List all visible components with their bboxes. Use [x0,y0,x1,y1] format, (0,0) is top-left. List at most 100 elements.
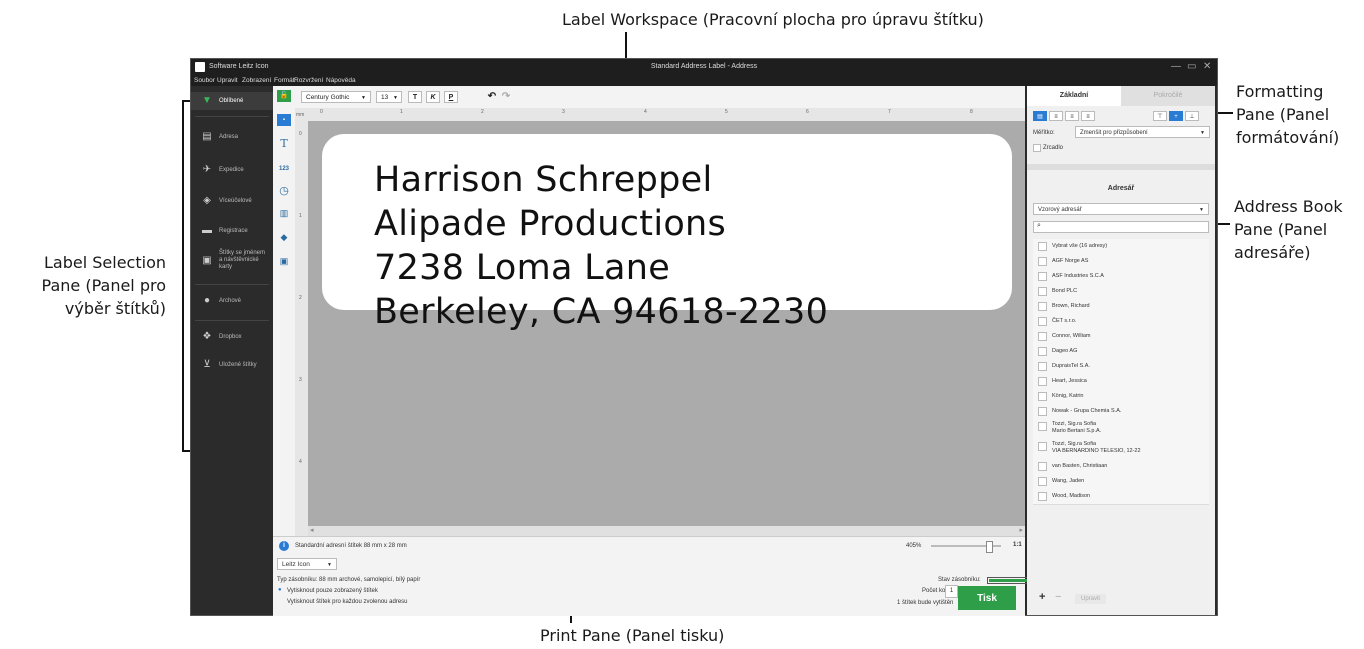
list-item[interactable]: Connor, William [1033,329,1209,345]
list-item[interactable]: König, Katrin [1033,389,1209,405]
italic-button[interactable]: K [426,91,440,103]
font-family-select[interactable]: Century Gothic ▼ [301,91,371,103]
list-item[interactable]: Tozzi, Sig.ra Sofia Mario Bertani S.p.A. [1033,419,1209,440]
row-checkbox[interactable] [1038,272,1047,281]
scroll-left-icon[interactable]: ◂ [310,526,314,534]
sidebar-item-expedice[interactable]: ✈ Expedice [191,161,273,179]
list-item[interactable]: ČET s.r.o. [1033,314,1209,330]
list-item[interactable]: Bond PLC [1033,284,1209,300]
zoom-fit-button[interactable]: 1:1 [1013,542,1022,548]
align-right-button[interactable]: ≡ [1065,111,1079,121]
row-checkbox[interactable] [1038,392,1047,401]
label-line-city[interactable]: Berkeley, CA 94618-2230 [374,292,828,332]
row-checkbox[interactable] [1038,347,1047,356]
menu-rozvrzeni[interactable]: Rozvržení [294,77,323,84]
label-line-company[interactable]: Alipade Productions [374,204,726,244]
print-button[interactable]: Tisk [958,586,1016,610]
sidebar-item-archove[interactable]: ● Archové [191,292,273,310]
list-item[interactable]: Dageo AG [1033,344,1209,360]
row-checkbox[interactable] [1038,477,1047,486]
maximize-icon[interactable]: ▭ [1187,61,1196,72]
image-tool-icon[interactable]: ▣ [277,255,291,267]
row-checkbox[interactable] [1038,362,1047,371]
menu-format[interactable]: Formát [274,77,295,84]
menu-napoveda[interactable]: Nápověda [326,77,356,84]
row-checkbox[interactable] [1038,422,1047,431]
clock-tool-icon[interactable]: ◷ [277,185,291,197]
sidebar-item-oblibene[interactable]: ▼ Oblíbené [191,92,273,110]
menu-soubor[interactable]: Soubor [194,77,215,84]
menu-zobrazeni[interactable]: Zobrazení [242,77,271,84]
list-item[interactable]: Wood, Madison [1033,489,1209,505]
font-size-select[interactable]: 13 ▼ [376,91,402,103]
label-preview[interactable]: Harrison Schreppel Alipade Productions 7… [322,134,1012,332]
row-checkbox[interactable] [1038,302,1047,311]
radio-option1-icon[interactable]: ● [278,587,282,593]
printer-select[interactable]: Leitz Icon ▼ [277,558,337,570]
list-item[interactable]: Nowak - Grupa Chemia S.A. [1033,404,1209,420]
minimize-icon[interactable]: — [1171,61,1181,72]
lock-icon[interactable]: 🔓 [277,90,291,102]
list-item[interactable]: ASF Industries S.C.A [1033,269,1209,285]
addressbook-search-input[interactable]: ⌕ [1033,221,1209,233]
horizontal-scrollbar[interactable]: ◂ ▸ [308,526,1025,536]
row-checkbox[interactable] [1038,287,1047,296]
edit-address-button[interactable]: Upravit [1075,594,1107,604]
list-item[interactable]: Tozzi, Sig.ra Sofia VIA BERNARDINO TELES… [1033,439,1209,460]
list-item[interactable]: Wang, Jaden [1033,474,1209,490]
underline-button[interactable]: P [444,91,458,103]
scroll-right-icon[interactable]: ▸ [1019,526,1023,534]
sidebar-item-ulozene-stitky[interactable]: ⊻ Uložené štítky [191,356,273,374]
valign-bottom-button[interactable]: ⊥ [1185,111,1199,121]
list-item[interactable]: Brown, Richard [1033,299,1209,315]
valign-middle-button[interactable]: + [1169,111,1183,121]
barcode-tool-icon[interactable]: ▥ [277,207,291,219]
sidebar-item-registrace[interactable]: ▬ Registrace [191,222,273,240]
menu-upravit[interactable]: Upravit [217,77,238,84]
row-checkbox[interactable] [1038,332,1047,341]
text-tool-icon[interactable]: T [277,138,291,150]
zoom-slider-handle[interactable] [986,541,993,553]
row-checkbox[interactable] [1038,407,1047,416]
list-item[interactable]: DupraisTel S.A. [1033,359,1209,375]
row-checkbox[interactable] [1038,442,1047,451]
redo-button[interactable]: ↷ [499,91,513,103]
align-center-button[interactable]: ≡ [1049,111,1063,121]
sidebar-item-dropbox[interactable]: ❖ Dropbox [191,328,273,346]
label-line-name[interactable]: Harrison Schreppel [374,160,713,200]
row-checkbox[interactable] [1038,462,1047,471]
remove-address-button[interactable]: − [1055,591,1061,603]
align-left-button[interactable]: ▤ [1033,111,1047,121]
list-item[interactable]: Heart, Jessica [1033,374,1209,390]
sidebar-item-viceucelove[interactable]: ◈ Víceúčelové [191,192,273,210]
valign-top-button[interactable]: ⊤ [1153,111,1167,121]
counter-tool-icon[interactable]: 123 [277,163,291,175]
print-option-each[interactable]: Vytisknout štítek pro každou zvolenou ad… [287,599,408,605]
sidebar-item-adresa[interactable]: ▤ Adresa [191,128,273,146]
tab-basic[interactable]: Základní [1027,86,1121,106]
close-icon[interactable]: ✕ [1203,61,1211,72]
copies-stepper[interactable]: 1 [945,585,958,598]
list-item[interactable]: AGF Norge AS [1033,254,1209,270]
layer-badge-icon[interactable]: ▪ [277,114,291,126]
align-justify-button[interactable]: ≡ [1081,111,1095,121]
list-item[interactable]: van Basten, Christiaan [1033,459,1209,475]
shape-tool-icon[interactable]: ◆ [277,231,291,243]
zoom-slider[interactable] [931,541,1001,553]
row-checkbox[interactable] [1038,377,1047,386]
label-line-street[interactable]: 7238 Loma Lane [374,248,670,288]
addressbook-select[interactable]: Vzorový adresář ▼ [1033,203,1209,215]
tab-advanced[interactable]: Pokročilé [1121,86,1215,106]
mirror-checkbox[interactable] [1033,144,1041,152]
bold-button[interactable]: T [408,91,422,103]
sidebar-item-stitky-se-jmenem[interactable]: ▣ Štítky se jménem a návštěvnické karty [191,246,273,276]
print-option-shown[interactable]: Vytisknout pouze zobrazený štítek [287,588,378,594]
row-checkbox[interactable] [1038,317,1047,326]
select-all-row[interactable]: Vybrat vše (16 adresy) [1033,239,1209,255]
label-workspace[interactable]: Harrison Schreppel Alipade Productions 7… [308,121,1025,526]
undo-button[interactable]: ↶ [485,91,499,103]
scale-select[interactable]: Zmenšit pro přizpůsobení ▼ [1075,126,1210,138]
row-checkbox[interactable] [1038,257,1047,266]
row-checkbox[interactable] [1038,492,1047,501]
add-address-button[interactable]: + [1039,591,1045,603]
